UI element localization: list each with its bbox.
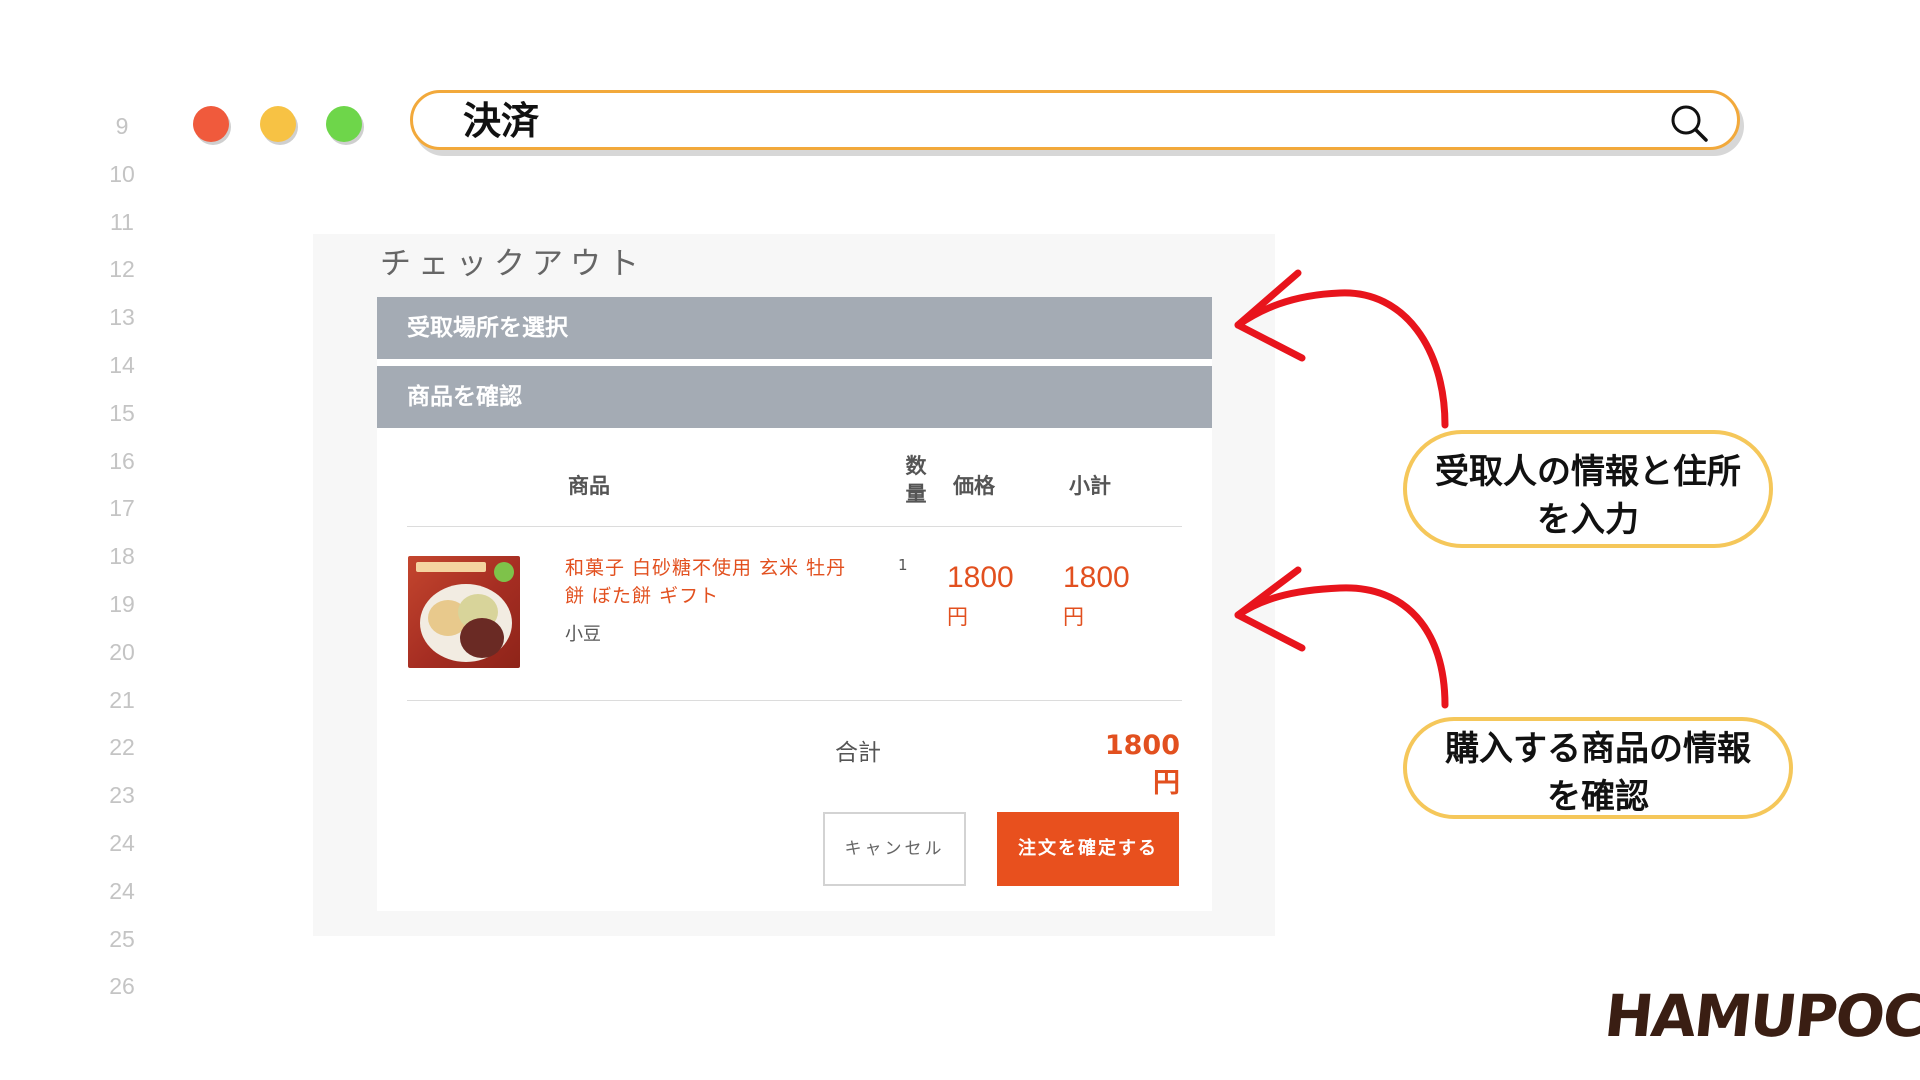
product-variant: 小豆: [565, 624, 601, 645]
search-icon[interactable]: [1669, 103, 1709, 143]
annotation-items-line1: 購入する商品の情報: [1445, 729, 1751, 769]
total-value: 1800円: [1104, 730, 1180, 799]
column-header-subtotal: 小計: [1069, 474, 1111, 498]
line-number: 25: [109, 925, 135, 952]
line-number: 21: [109, 686, 135, 713]
line-number: 9: [115, 113, 129, 139]
column-header-quantity: 数 量: [904, 452, 928, 508]
line-number: 22: [109, 734, 135, 761]
annotation-recipient-line1: 受取人の情報と住所: [1435, 452, 1741, 492]
cancel-button[interactable]: キャンセル: [823, 812, 966, 886]
line-numbers: 9 10 11 12 13 14 15 16 17 18 19 20 21 22…: [100, 108, 144, 1016]
line-number: 17: [109, 495, 135, 522]
close-window-button[interactable]: [193, 106, 229, 142]
confirm-order-button[interactable]: 注文を確定する: [997, 812, 1179, 886]
line-number: 24: [109, 829, 135, 856]
line-number: 13: [109, 304, 135, 331]
column-header-product: 商品: [568, 474, 610, 498]
line-number: 11: [110, 208, 134, 235]
product-price: 1800 円: [947, 556, 1027, 636]
product-price-unit: 円: [947, 606, 968, 629]
address-bar[interactable]: 決済: [410, 90, 1740, 150]
line-number: 15: [109, 399, 135, 426]
product-subtotal-unit: 円: [1063, 606, 1084, 629]
line-number: 26: [109, 973, 135, 1000]
column-header-quantity-line2: 量: [905, 482, 927, 506]
section-confirm-items[interactable]: 商品を確認: [377, 366, 1212, 428]
total-label: 合計: [835, 740, 881, 766]
line-number: 14: [109, 351, 135, 378]
product-subtotal: 1800 円: [1063, 556, 1143, 636]
annotation-recipient-info: 受取人の情報と住所 を入力: [1403, 430, 1773, 548]
product-price-value: 1800: [947, 561, 1014, 594]
hamupochi-logo: HAMUPOCHI: [1601, 982, 1920, 1050]
product-image[interactable]: [408, 556, 520, 668]
table-divider: [407, 526, 1182, 527]
page-title: チェックアウト: [380, 246, 646, 282]
annotation-items-line2: を確認: [1547, 777, 1649, 817]
minimize-window-button[interactable]: [260, 106, 296, 142]
product-quantity: 1: [898, 556, 908, 574]
product-subtotal-value: 1800: [1063, 561, 1130, 594]
column-header-quantity-line1: 数: [905, 454, 927, 478]
section-pickup-location[interactable]: 受取場所を選択: [377, 297, 1212, 359]
line-number: 18: [109, 543, 135, 570]
product-name-link[interactable]: 和菓子 白砂糖不使用 玄米 牡丹餅 ぼた餅 ギフト: [565, 554, 865, 610]
annotation-confirm-items: 購入する商品の情報 を確認: [1403, 717, 1793, 819]
line-number: 19: [109, 590, 135, 617]
annotation-recipient-line2: を入力: [1537, 500, 1639, 540]
column-header-price: 価格: [953, 474, 995, 498]
line-number: 16: [109, 447, 135, 474]
line-number: 23: [109, 782, 135, 809]
line-number: 20: [109, 638, 135, 665]
maximize-window-button[interactable]: [326, 106, 362, 142]
line-number: 10: [109, 160, 135, 187]
line-number: 24: [109, 877, 135, 904]
line-number: 12: [109, 256, 135, 283]
address-text: 決済: [463, 99, 540, 143]
table-divider: [407, 700, 1182, 701]
